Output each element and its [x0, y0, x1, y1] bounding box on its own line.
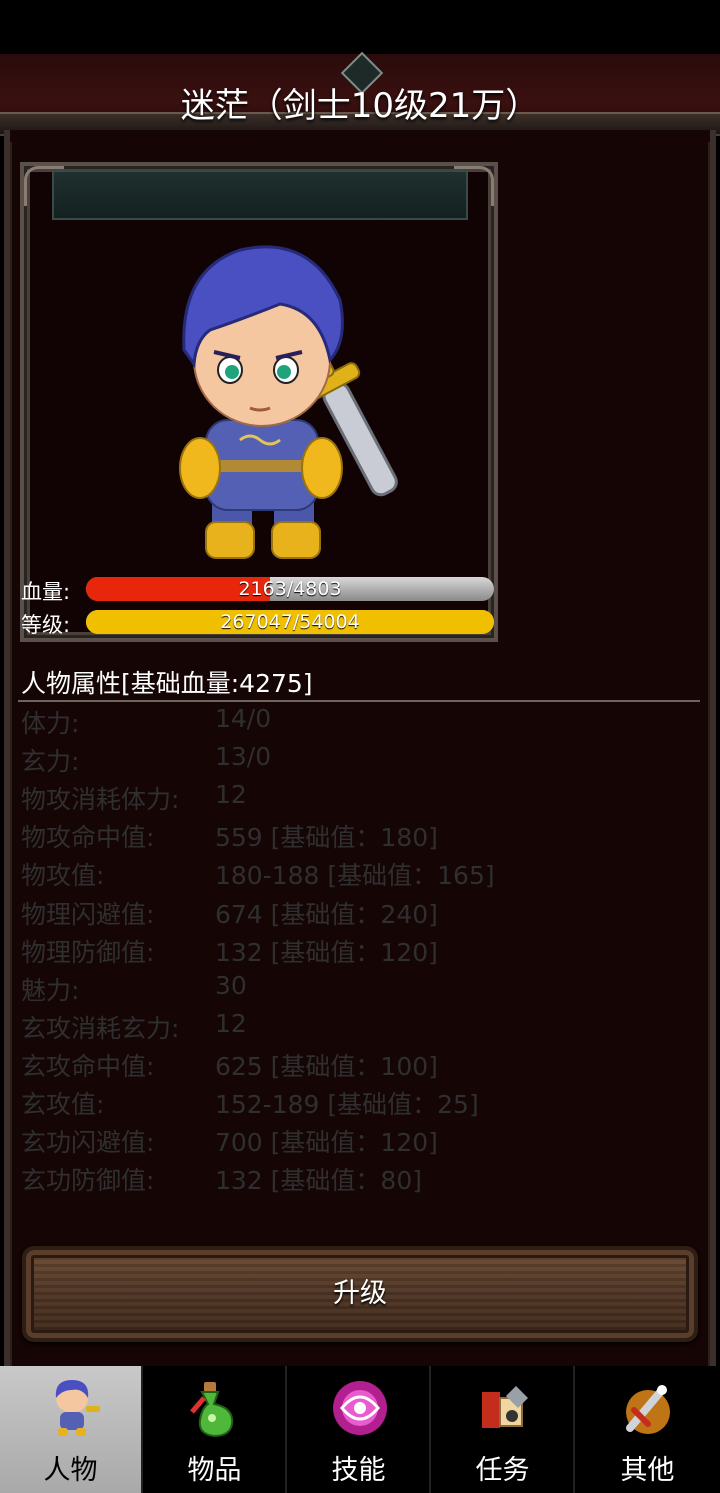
upgrade-button-label: 升级: [333, 1278, 387, 1309]
tab-label: 其他: [620, 1455, 675, 1486]
potion-icon: [190, 1382, 234, 1438]
frame-corner-ornament: [24, 166, 64, 206]
attribute-label: 魅力:: [21, 976, 80, 1005]
upgrade-button[interactable]: 升级: [22, 1246, 698, 1342]
attribute-label: 物理防御值:: [21, 938, 155, 967]
attribute-label: 玄攻命中值:: [21, 1052, 155, 1081]
tab-label: 人物: [43, 1455, 98, 1486]
level-bar: 267047/54004: [86, 610, 494, 634]
attribute-label: 体力:: [21, 709, 80, 738]
tab-other[interactable]: 其他: [576, 1366, 719, 1493]
attribute-row: 物理防御值: 132 [基础值：120]: [21, 933, 701, 971]
attribute-row: 物攻消耗体力: 12: [21, 780, 701, 818]
other-sword-icon: [626, 1385, 670, 1434]
level-bar-text: 267047/54004: [220, 611, 360, 633]
attribute-label: 玄功闪避值:: [21, 1128, 155, 1157]
attribute-row: 玄攻值: 152-189 [基础值：25]: [21, 1085, 701, 1123]
tab-quests[interactable]: 任务: [432, 1366, 575, 1493]
tab-label: 物品: [187, 1455, 242, 1486]
attribute-label: 物攻值:: [21, 861, 105, 890]
attribute-value: 30: [215, 971, 247, 1000]
attribute-label: 玄力:: [21, 747, 80, 776]
attribute-row: 玄功防御值: 132 [基础值：80]: [21, 1161, 701, 1199]
tab-label: 任务: [475, 1455, 530, 1486]
attribute-label: 物攻命中值:: [21, 823, 155, 852]
attribute-value: 180-188 [基础值：165]: [215, 861, 495, 890]
attribute-row: 玄功闪避值: 700 [基础值：120]: [21, 1123, 701, 1161]
attribute-row: 物攻值: 180-188 [基础值：165]: [21, 856, 701, 894]
attribute-row: 玄力: 13/0: [21, 742, 701, 780]
portrait-nameplate: [52, 170, 468, 220]
tab-items[interactable]: 物品: [144, 1366, 287, 1493]
level-label: 等级:: [21, 613, 71, 637]
quest-icon: [482, 1386, 528, 1428]
attribute-value: 625 [基础值：100]: [215, 1052, 438, 1081]
hp-bar-text: 2163/4803: [238, 578, 342, 600]
attributes-heading: 人物属性[基础血量:4275]: [21, 669, 313, 698]
attribute-label: 玄攻消耗玄力:: [21, 1014, 180, 1043]
attribute-label: 玄攻值:: [21, 1090, 105, 1119]
character-portrait-icon: [179, 245, 398, 559]
tab-skills[interactable]: 技能: [288, 1366, 431, 1493]
skill-orb-icon: [333, 1381, 387, 1435]
attribute-row: 玄攻命中值: 625 [基础值：100]: [21, 1047, 701, 1085]
hp-bar: 2163/4803: [86, 577, 494, 601]
attribute-value: 559 [基础值：180]: [215, 823, 438, 852]
attribute-value: 12: [215, 1009, 247, 1038]
status-bar: [0, 0, 720, 54]
tab-character[interactable]: 人物: [0, 1366, 143, 1493]
attribute-value: 152-189 [基础值：25]: [215, 1090, 479, 1119]
attribute-value: 13/0: [215, 742, 272, 771]
attribute-row: 体力: 14/0: [21, 704, 701, 742]
character-icon: [55, 1380, 100, 1436]
attribute-label: 物攻消耗体力:: [21, 785, 180, 814]
attribute-value: 12: [215, 780, 247, 809]
attribute-label: 物理闪避值:: [21, 900, 155, 929]
attribute-value: 700 [基础值：120]: [215, 1128, 438, 1157]
attribute-value: 132 [基础值：80]: [215, 1166, 422, 1195]
tab-label: 技能: [331, 1455, 386, 1486]
attribute-value: 132 [基础值：120]: [215, 938, 438, 967]
attribute-value: 14/0: [215, 704, 272, 733]
attribute-row: 物攻命中值: 559 [基础值：180]: [21, 818, 701, 856]
attribute-value: 674 [基础值：240]: [215, 900, 438, 929]
hp-label: 血量:: [21, 580, 71, 604]
page-title: 迷茫（剑士10级21万）: [180, 86, 540, 126]
frame-corner-ornament: [454, 166, 494, 206]
attribute-row: 玄攻消耗玄力: 12: [21, 1009, 701, 1047]
attribute-label: 玄功防御值:: [21, 1166, 155, 1195]
bottom-tab-bar: 人物 物品 技能 任务 其他: [0, 1366, 720, 1493]
attributes-divider: [18, 700, 700, 702]
attribute-row: 魅力: 30: [21, 971, 701, 1009]
attribute-row: 物理闪避值: 674 [基础值：240]: [21, 895, 701, 933]
